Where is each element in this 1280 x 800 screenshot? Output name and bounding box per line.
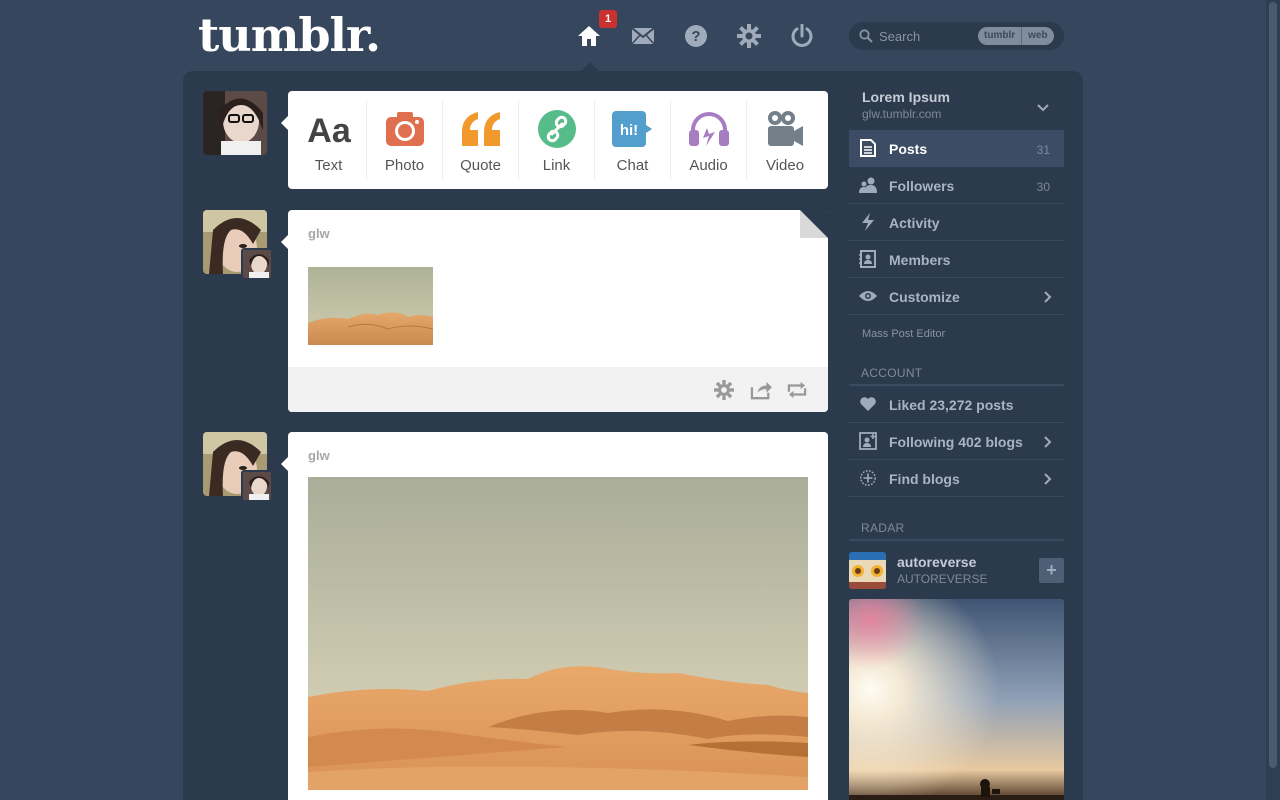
compass-icon [859,469,877,487]
sidebar-item-label: Followers [889,178,955,194]
reblog-avatar[interactable] [241,470,273,502]
post-card: glw [288,210,828,412]
account-heading: ACCOUNT [861,366,923,380]
link-label: Link [542,157,571,174]
reblog-avatar[interactable] [241,248,273,280]
lightning-icon [859,213,877,231]
camera-icon [385,109,424,149]
sidebar-item-label: Following 402 blogs [889,434,1023,450]
new-text-post-button[interactable]: Aa Text [291,100,367,180]
sidebar-item-find-blogs[interactable]: Find blogs [849,460,1064,497]
link-icon [537,109,576,149]
sidebar-item-label: Liked 23,272 posts [889,397,1014,413]
scrollbar-thumb[interactable] [1269,2,1277,768]
search-scope-toggle[interactable]: tumblr web [978,27,1054,45]
reblog-icon[interactable] [785,378,809,402]
scrollbar[interactable] [1266,0,1280,800]
svg-text:hi!: hi! [619,122,637,139]
photo-label: Photo [384,157,425,174]
new-audio-post-button[interactable]: Audio [671,100,747,180]
notification-badge: 1 [599,10,617,28]
post-author[interactable]: glw [308,448,330,463]
people-icon [859,176,877,194]
text-icon: Aa [306,109,352,149]
sidebar-item-label: Activity [889,215,940,231]
tumblr-logo[interactable]: tumblr. [198,8,381,62]
radar-heading: RADAR [861,521,905,535]
sidebar-item-members[interactable]: Members [849,241,1064,278]
help-icon[interactable]: ? [682,22,710,50]
post-author[interactable]: glw [308,226,330,241]
new-link-post-button[interactable]: Link [519,100,595,180]
sidebar-item-label: Posts [889,141,928,157]
radar-photo[interactable] [849,599,1064,800]
sidebar-item-followers[interactable]: Followers 30 [849,167,1064,204]
nav-active-indicator [581,62,599,71]
sidebar-item-liked[interactable]: Liked 23,272 posts [849,386,1064,423]
radar-avatar[interactable] [849,552,886,589]
search-input[interactable] [879,26,969,46]
sidebar-item-label: Members [889,252,951,268]
mass-post-editor-link[interactable]: Mass Post Editor [862,328,945,340]
sidebar-item-posts[interactable]: Posts 31 [849,130,1064,167]
chat-icon: hi! [611,109,654,149]
headphones-icon [688,109,729,149]
composer-pointer [281,116,288,130]
post-photo[interactable] [308,477,808,790]
sidebar-item-following[interactable]: Following 402 blogs [849,423,1064,460]
radar-blog-name[interactable]: autoreverse [897,554,976,570]
new-video-post-button[interactable]: Video [747,100,823,180]
chat-label: Chat [616,157,649,174]
new-photo-post-button[interactable]: Photo [367,100,443,180]
sidebar-item-count: 31 [1036,143,1050,157]
svg-text:?: ? [691,28,700,45]
power-icon[interactable] [788,22,816,50]
post-footer [288,367,828,412]
radar-blog-subtitle: AUTOREVERSE [897,572,988,586]
quote-label: Quote [460,157,501,174]
mail-icon[interactable] [629,22,657,50]
new-quote-post-button[interactable]: Quote [443,100,519,180]
sidebar-item-customize[interactable]: Customize [849,278,1064,315]
sidebar-item-label: Customize [889,289,960,305]
post-pointer [281,457,288,471]
post-photo[interactable] [308,267,434,345]
eye-icon [859,287,877,305]
chevron-right-icon [1044,435,1052,453]
sidebar-item-activity[interactable]: Activity [849,204,1064,241]
search-scope-tumblr[interactable]: tumblr [978,27,1021,45]
search-scope-web[interactable]: web [1021,27,1053,45]
text-label: Text [314,157,343,174]
audio-label: Audio [689,157,728,174]
section-divider [849,539,1064,541]
new-chat-post-button[interactable]: hi! Chat [595,100,671,180]
video-label: Video [765,157,805,174]
sidebar-item-count: 30 [1036,180,1050,194]
sidebar-item-label: Find blogs [889,471,960,487]
blog-url[interactable]: glw.tumblr.com [862,107,941,121]
contact-card-icon [859,250,877,268]
document-icon [859,139,877,157]
svg-text:Aa: Aa [307,112,352,147]
radar-follow-button[interactable]: + [1039,558,1064,583]
gear-icon[interactable] [735,22,763,50]
post-fold-corner [800,210,828,238]
post-composer: Aa Text Photo Quote Link hi! Chat Audio [288,91,828,189]
post-card: glw [288,432,828,800]
chevron-right-icon [1044,290,1052,308]
blog-name[interactable]: Lorem Ipsum [862,89,950,105]
post-settings-gear-icon[interactable] [712,378,736,402]
search-icon [859,29,873,43]
post-pointer [281,235,288,249]
add-person-icon [859,432,877,450]
video-camera-icon [766,109,804,149]
share-icon[interactable] [749,378,773,402]
heart-icon [859,395,877,413]
chevron-down-icon[interactable] [1037,99,1049,117]
chevron-right-icon [1044,472,1052,490]
avatar[interactable] [203,91,267,155]
quote-icon [460,109,502,149]
